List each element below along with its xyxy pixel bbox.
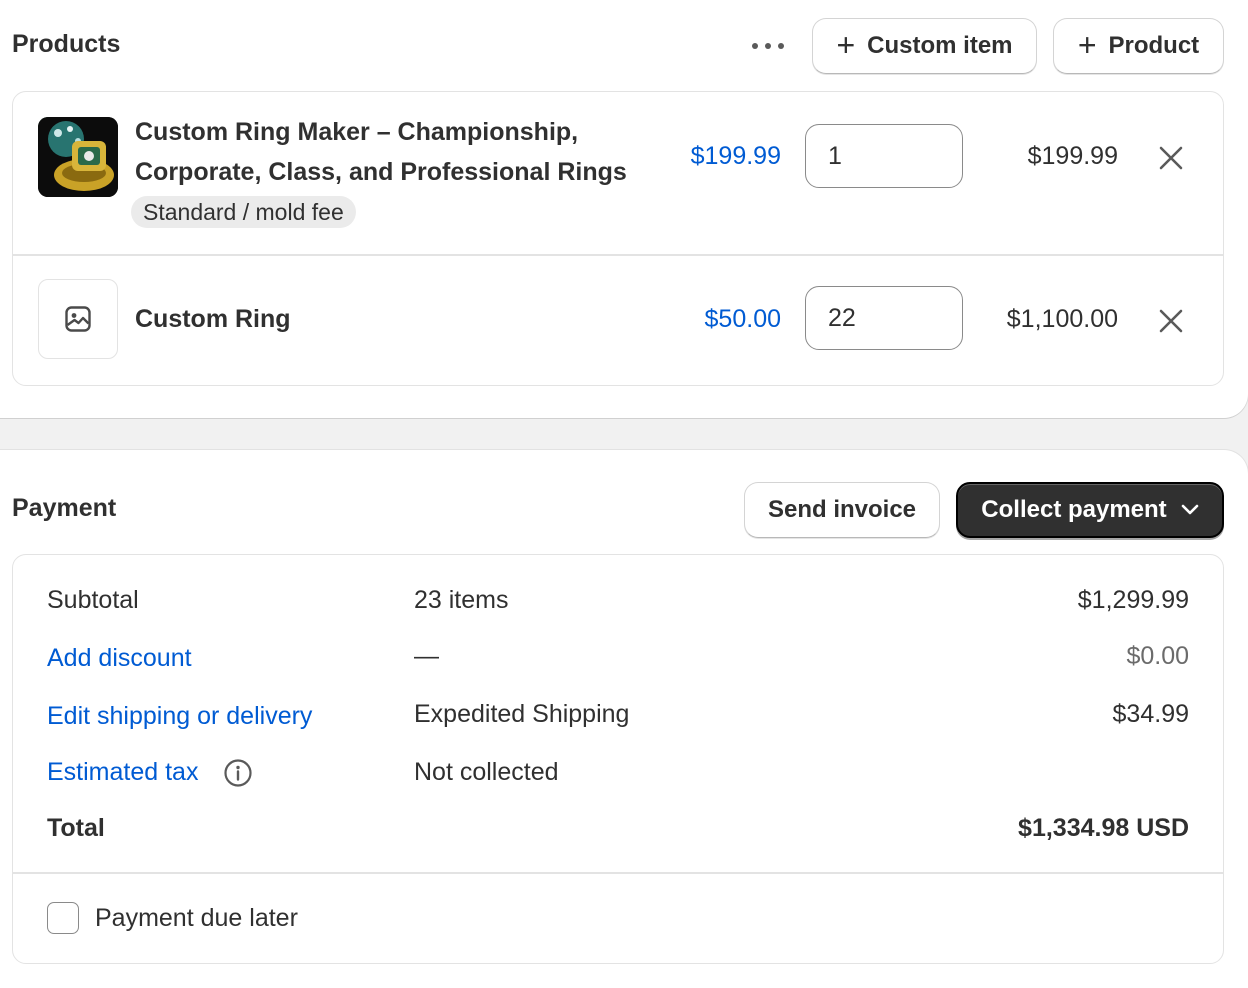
ring-product-image xyxy=(38,117,118,197)
discount-detail: — xyxy=(414,642,439,670)
add-custom-item-button[interactable]: + Custom item xyxy=(812,18,1037,74)
product-name-line-1[interactable]: Custom Ring Maker – Championship, xyxy=(135,112,578,152)
estimated-tax-link[interactable]: Estimated tax xyxy=(47,758,198,787)
custom-item-label: Custom item xyxy=(867,32,1013,59)
tax-detail: Not collected xyxy=(414,758,559,786)
subtotal-label: Subtotal xyxy=(47,586,139,614)
line-total: $199.99 xyxy=(1027,142,1118,170)
payment-due-later-label[interactable]: Payment due later xyxy=(95,904,298,933)
line-item-row: Custom Ring $50.00 22 $1,100.00 xyxy=(13,255,1223,386)
unit-price-link[interactable]: $199.99 xyxy=(621,142,781,171)
add-discount-link[interactable]: Add discount xyxy=(47,644,192,673)
chevron-down-icon xyxy=(1181,504,1198,515)
product-name-line-2[interactable]: Corporate, Class, and Professional Rings xyxy=(135,152,627,192)
line-item-row: Custom Ring Maker – Championship, Corpor… xyxy=(13,92,1223,254)
payment-due-later-checkbox[interactable] xyxy=(47,902,79,934)
subtotal-amount: $1,299.99 xyxy=(1077,586,1189,614)
plus-icon: + xyxy=(836,26,856,63)
summary-divider xyxy=(13,872,1223,874)
collect-payment-button[interactable]: Collect payment xyxy=(956,482,1224,538)
remove-item-icon[interactable] xyxy=(1157,307,1185,335)
ring-image xyxy=(38,117,118,197)
variant-badge: Standard / mold fee xyxy=(131,196,356,228)
plus-icon: + xyxy=(1077,26,1097,63)
more-horizontal-icon xyxy=(752,43,784,49)
subtotal-items: 23 items xyxy=(414,586,509,614)
add-product-button[interactable]: + Product xyxy=(1053,18,1224,74)
more-actions-button[interactable] xyxy=(746,34,790,58)
edit-shipping-link[interactable]: Edit shipping or delivery xyxy=(47,702,312,731)
image-placeholder-icon xyxy=(65,306,91,332)
line-items-list: Custom Ring Maker – Championship, Corpor… xyxy=(12,91,1224,386)
product-name[interactable]: Custom Ring xyxy=(135,299,291,339)
product-label: Product xyxy=(1108,32,1200,59)
total-label: Total xyxy=(47,814,105,842)
send-invoice-label: Send invoice xyxy=(767,496,917,523)
remove-item-icon[interactable] xyxy=(1157,144,1185,172)
shipping-amount: $34.99 xyxy=(1112,700,1189,728)
unit-price-link[interactable]: $50.00 xyxy=(621,305,781,334)
line-total: $1,100.00 xyxy=(1006,305,1118,333)
payment-title: Payment xyxy=(12,494,117,522)
shipping-method: Expedited Shipping xyxy=(414,700,630,728)
payment-summary: Subtotal 23 items $1,299.99 Add discount… xyxy=(12,554,1224,964)
total-amount: $1,334.98 USD xyxy=(1018,814,1189,842)
info-icon[interactable] xyxy=(223,758,253,788)
discount-amount: $0.00 xyxy=(1126,642,1189,670)
collect-payment-label: Collect payment xyxy=(981,496,1167,523)
products-title: Products xyxy=(12,30,121,58)
product-image-placeholder xyxy=(38,279,118,359)
send-invoice-button[interactable]: Send invoice xyxy=(744,482,940,538)
